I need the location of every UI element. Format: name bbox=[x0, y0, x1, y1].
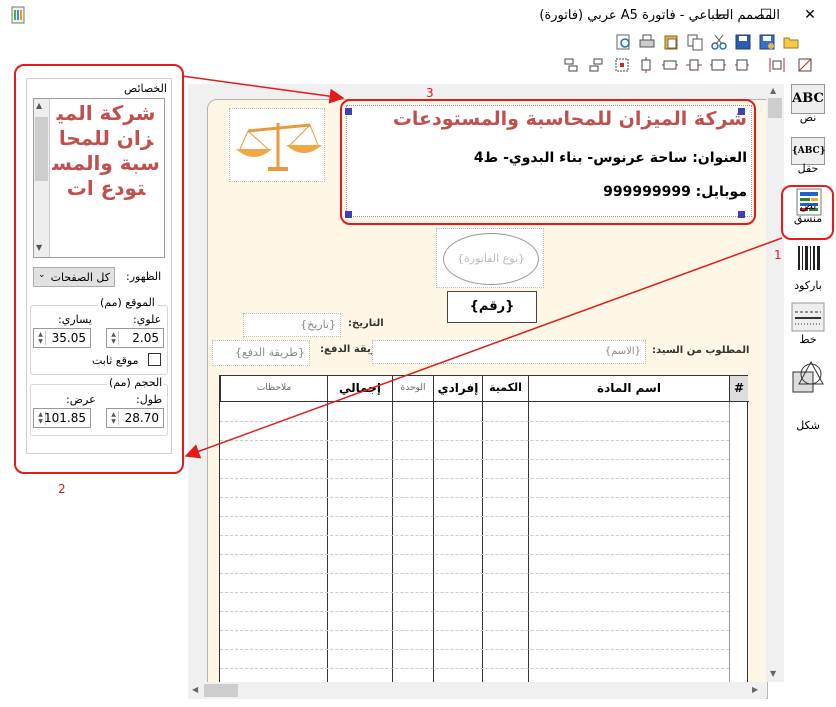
annotation-arrows bbox=[181, 75, 783, 459]
arrow-to-header bbox=[181, 75, 345, 104]
arrow-to-properties bbox=[184, 237, 783, 459]
